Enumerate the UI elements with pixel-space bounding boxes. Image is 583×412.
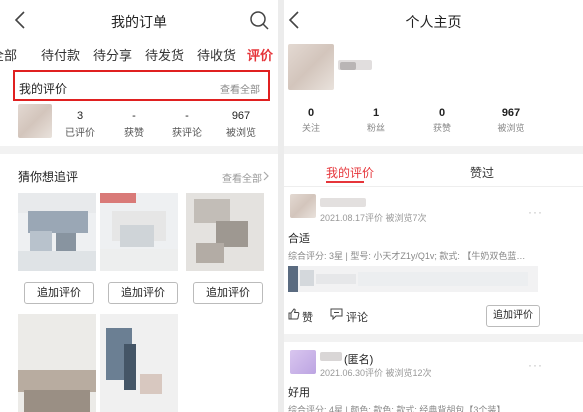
review-text: 好用 [288, 387, 310, 399]
review-detail: 综合评分: 3星 | 型号: 小天才Z1y/Q1v; 款式: 【牛奶双色蓝… [288, 251, 526, 261]
username-blurred [340, 62, 356, 70]
stat-comments[interactable]: - 获评论 [167, 110, 207, 139]
section-divider [284, 334, 583, 342]
stat-likes[interactable]: - 获赞 [114, 110, 154, 139]
reviewer-avatar [290, 350, 316, 374]
reviewer-avatar [290, 194, 316, 218]
tab-pending-payment[interactable]: 待付款 [41, 45, 80, 64]
order-tabs: 全部 待付款 待分享 待发货 待收货 评价 [0, 42, 278, 66]
follow-up-title: 猜你想追评 [18, 170, 79, 184]
section-divider [284, 146, 583, 154]
profile-screen: 个人主页 0 关注 1 粉丝 0 获赞 967 被浏览 我的评价 赞过 2021… [284, 0, 583, 412]
product-image[interactable] [100, 193, 178, 271]
product-image[interactable] [18, 193, 96, 271]
product-image[interactable] [100, 314, 178, 412]
page-title: 我的订单 [111, 14, 167, 30]
section-divider [0, 146, 278, 154]
like-label[interactable]: 赞 [302, 309, 313, 325]
tab-my-reviews[interactable]: 我的评价 [326, 164, 374, 181]
comment-label[interactable]: 评论 [346, 309, 368, 325]
tab-separator [284, 186, 583, 187]
follow-up-view-all-link[interactable]: 查看全部 [222, 170, 262, 185]
reviewer-name: (匿名) [344, 354, 374, 366]
view-all-reviews-link[interactable]: 查看全部 [220, 81, 260, 96]
stat-reviewed[interactable]: 3 已评价 [60, 110, 100, 139]
avatar [18, 104, 52, 138]
product-image[interactable] [186, 193, 264, 271]
add-review-button[interactable]: 追加评价 [108, 282, 178, 304]
comment-icon[interactable] [330, 308, 343, 320]
profile-navbar: 个人主页 [284, 0, 583, 40]
reviewer-name-blurred [320, 352, 342, 361]
tab-pending-share[interactable]: 待分享 [93, 45, 132, 64]
thumbs-up-icon[interactable] [288, 308, 300, 320]
stat-views[interactable]: 967 被浏览 [491, 107, 531, 134]
more-options-icon[interactable]: ··· [528, 205, 543, 219]
tab-liked[interactable]: 赞过 [470, 164, 494, 181]
stat-views[interactable]: 967 被浏览 [221, 110, 261, 139]
review-detail: 综合评分: 4星 | 颜色: 款色; 款式: 经典背胡包【3个装】 [288, 405, 506, 412]
my-reviews-title: 我的评价 [19, 82, 68, 96]
active-tab-indicator [326, 181, 364, 183]
search-icon[interactable] [248, 9, 270, 31]
tab-reviews[interactable]: 评价 [247, 45, 273, 64]
orders-navbar: 我的订单 [0, 0, 278, 40]
stat-likes[interactable]: 0 获赞 [422, 107, 462, 134]
add-review-button[interactable]: 追加评价 [193, 282, 263, 304]
tab-pending-ship[interactable]: 待发货 [145, 45, 184, 64]
tab-all[interactable]: 全部 [0, 45, 17, 64]
add-review-button[interactable]: 追加评价 [24, 282, 94, 304]
review-meta: 2021.08.17评价 被浏览7次 [320, 213, 427, 223]
avatar [288, 44, 334, 90]
product-image[interactable] [18, 314, 96, 412]
tab-pending-receive[interactable]: 待收货 [197, 45, 236, 64]
stat-fans[interactable]: 1 粉丝 [356, 107, 396, 134]
page-title: 个人主页 [405, 14, 462, 30]
my-orders-screen: 我的订单 全部 待付款 待分享 待发货 待收货 评价 我的评价 查看全部 3 已… [0, 0, 278, 412]
reviewer-name-blurred [320, 198, 366, 207]
add-review-button[interactable]: 追加评价 [486, 305, 540, 327]
my-reviews-header[interactable]: 我的评价 查看全部 [13, 70, 270, 101]
review-product-image[interactable] [288, 266, 538, 292]
review-text: 合适 [288, 233, 310, 245]
chevron-right-icon [263, 171, 269, 181]
stat-following[interactable]: 0 关注 [291, 107, 331, 134]
review-meta: 2021.06.30评价 被浏览12次 [320, 368, 432, 378]
more-options-icon[interactable]: ··· [528, 358, 543, 372]
